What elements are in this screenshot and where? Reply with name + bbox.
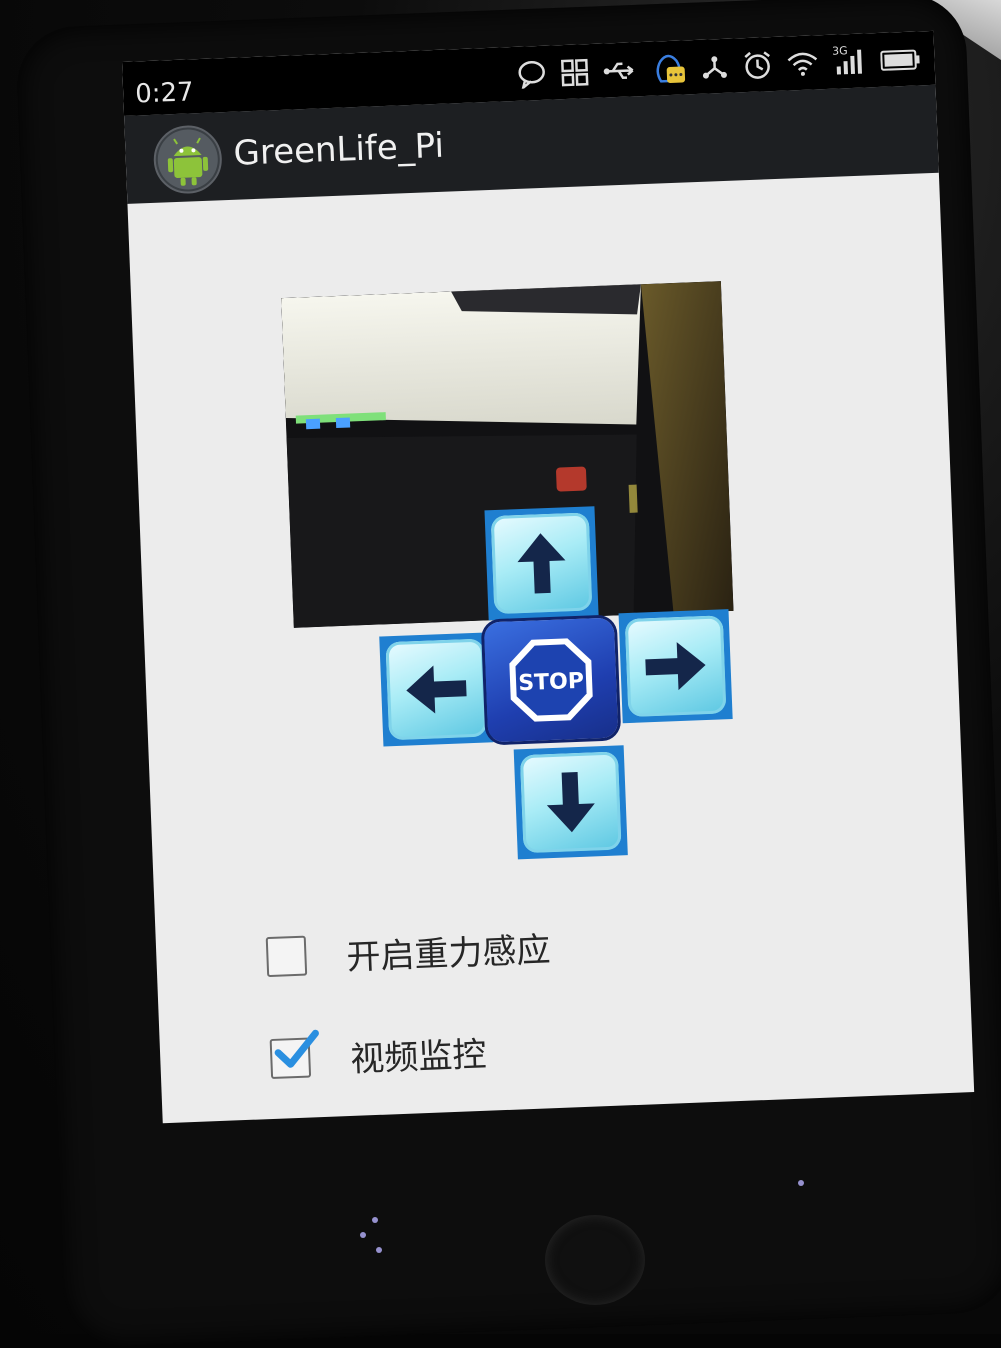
phone-screen: 0:27 3G GreenLife_Pi STOP 开启重力感应 视频监控 [122,30,975,1124]
wifi-icon [786,50,819,77]
sensor-dot [372,1217,378,1223]
arrow-up-icon [490,512,593,615]
grid-icon [560,58,589,87]
network-type-label: 3G [831,44,848,58]
gravity-sensor-label: 开启重力感应 [345,929,552,978]
battery-icon [880,48,921,72]
video-monitor-label: 视频监控 [349,1034,488,1080]
sensor-dot [798,1180,804,1186]
signal-icon: 3G [831,44,867,76]
arrow-right-icon [624,615,727,718]
alarm-icon [742,50,773,81]
content-area: STOP 开启重力感应 视频监控 [127,173,974,1123]
arrow-down-icon [519,751,622,854]
gravity-sensor-option[interactable]: 开启重力感应 [265,916,551,987]
android-robot-icon [152,124,224,195]
down-button[interactable] [513,745,628,860]
qq-icon [650,50,687,87]
status-icons: 3G [516,41,921,92]
usb-icon [602,58,637,83]
direction-pad: STOP [370,501,744,885]
left-button[interactable] [379,632,494,747]
app-title: GreenLife_Pi [232,125,445,174]
share-icon [700,53,729,82]
checkmark-icon [274,1029,319,1068]
video-monitor-option[interactable]: 视频监控 [269,1021,487,1089]
sensor-dot [360,1232,366,1238]
home-button[interactable] [545,1215,645,1305]
status-time: 0:27 [134,77,195,110]
sensor-dot [376,1247,382,1253]
right-button[interactable] [618,609,733,724]
stop-label: STOP [518,669,585,697]
arrow-left-icon [385,638,488,741]
video-monitor-checkbox[interactable] [269,1029,319,1080]
chat-bubble-icon [516,60,547,89]
gravity-sensor-checkbox[interactable] [265,935,308,978]
stop-button[interactable]: STOP [483,617,619,743]
stop-sign-icon: STOP [509,638,593,722]
up-button[interactable] [484,506,599,621]
